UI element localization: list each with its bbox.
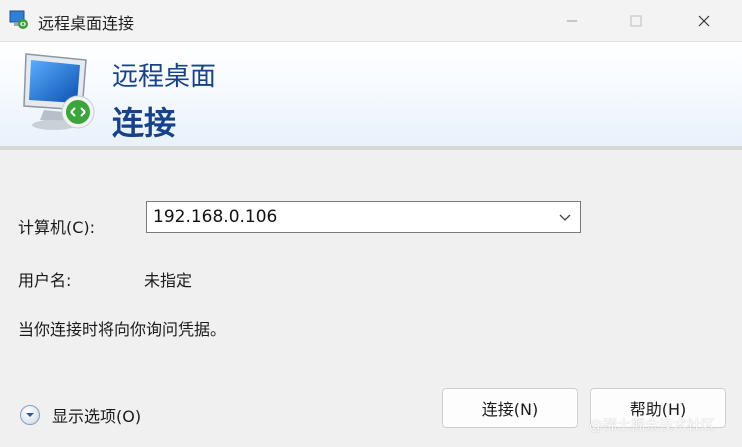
window-title: 远程桌面连接 [38,14,135,33]
close-icon [698,15,710,27]
banner-title-line1: 远程桌面 [112,62,217,92]
computer-label: 计算机(C): [18,218,96,237]
close-button[interactable] [680,0,728,42]
credentials-notice: 当你连接时将向你询问凭据。 [18,320,227,339]
username-value: 未指定 [144,271,193,290]
maximize-icon [630,15,642,27]
connect-button[interactable]: 连接(N) [442,388,578,428]
banner-divider [0,146,742,150]
expand-options-icon[interactable] [20,405,40,425]
remote-desktop-monitor-icon [23,53,95,130]
minimize-icon [567,20,577,22]
chevron-down-icon [26,413,34,417]
maximize-button[interactable] [612,0,660,42]
title-bar: 远程桌面连接 [0,0,742,42]
computer-combobox[interactable]: 192.168.0.106 [146,201,581,233]
banner-title-line2: 连接 [112,104,177,142]
header-banner: 远程桌面 连接 [0,42,742,146]
show-options-label[interactable]: 显示选项(O) [52,403,141,427]
watermark-text: @稀土掘金技术社区 [589,418,715,434]
show-options-button[interactable]: 显示选项(O) [20,403,141,427]
username-label: 用户名: [18,271,72,290]
chevron-down-icon[interactable] [558,211,572,223]
remote-desktop-app-icon [9,10,28,29]
minimize-button[interactable] [548,0,596,42]
computer-value[interactable]: 192.168.0.106 [153,207,277,227]
